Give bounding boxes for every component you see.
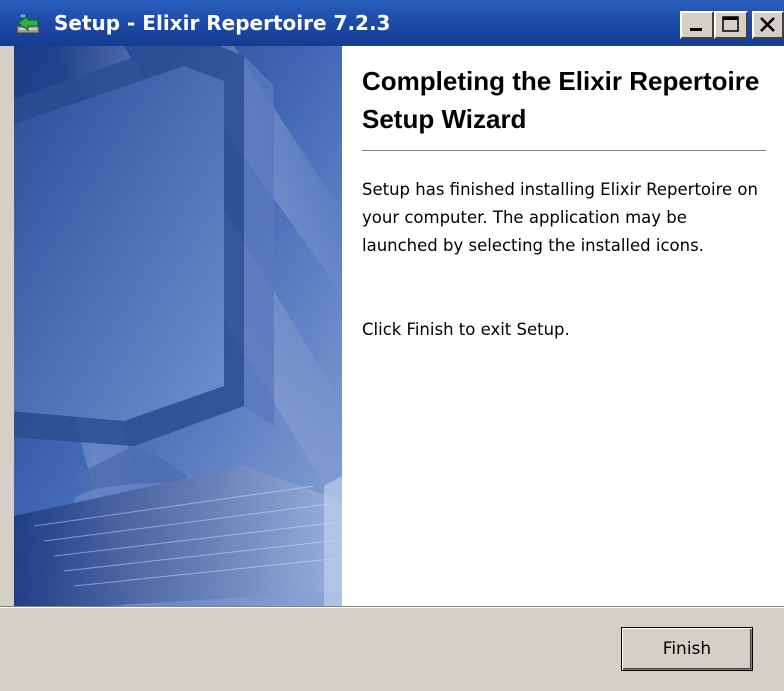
heading-divider (362, 150, 766, 152)
bottom-divider (0, 606, 784, 608)
wizard-side-image (14, 46, 342, 606)
exit-instruction: Click Finish to exit Setup. (362, 320, 570, 339)
title-bar[interactable]: Setup - Elixir Repertoire 7.2.3 (0, 0, 784, 46)
maximize-button[interactable] (714, 11, 748, 39)
computer-illustration (14, 46, 342, 606)
window-title: Setup - Elixir Repertoire 7.2.3 (54, 11, 391, 35)
finished-message: Setup has finished installing Elixir Rep… (362, 180, 758, 255)
minimize-button[interactable] (680, 11, 714, 39)
wizard-content: Completing the Elixir Repertoire Setup W… (342, 46, 784, 606)
minimize-icon (690, 28, 702, 31)
setup-icon (16, 13, 40, 34)
page-title: Completing the Elixir Repertoire Setup W… (362, 66, 760, 134)
setup-window: Setup - Elixir Repertoire 7.2.3 Completi… (0, 0, 784, 691)
close-button[interactable] (752, 11, 784, 39)
finish-button[interactable]: Finish (621, 627, 753, 671)
close-icon (760, 17, 775, 32)
maximize-icon (722, 16, 739, 32)
